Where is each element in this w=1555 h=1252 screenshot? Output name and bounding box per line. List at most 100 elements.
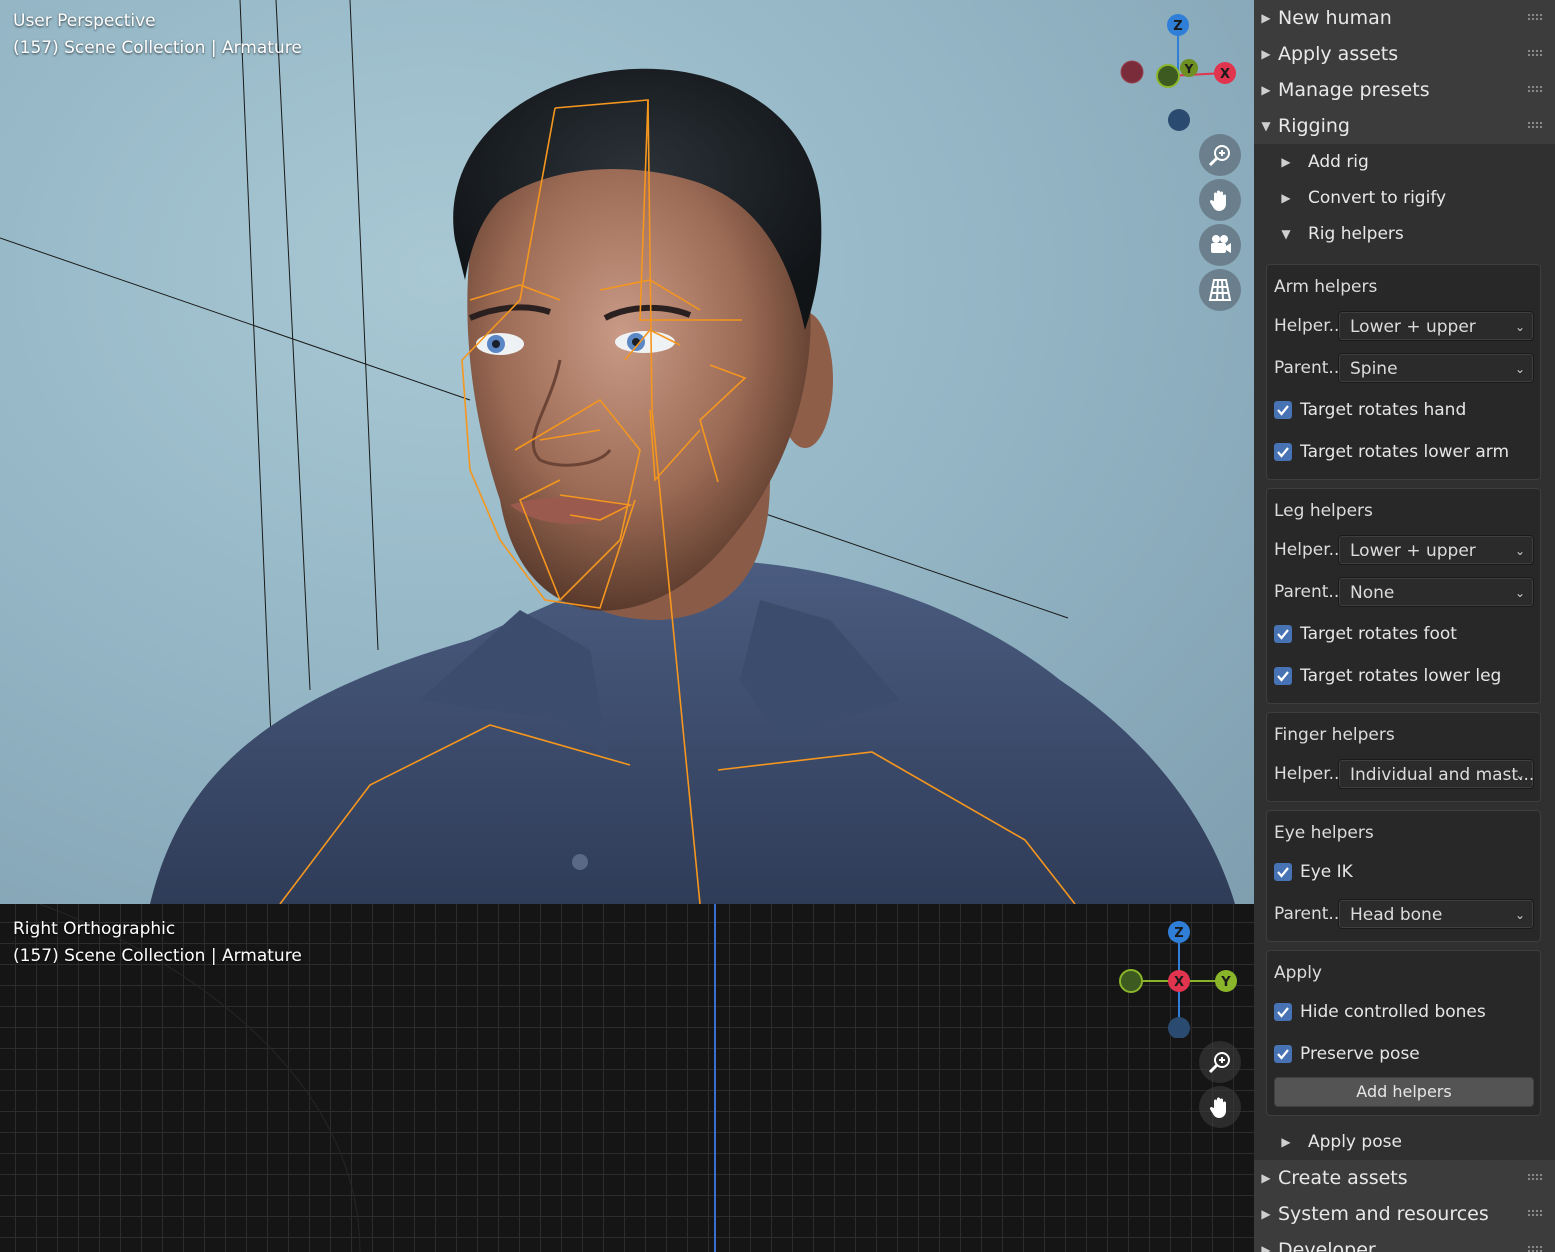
leg-helpers-title: Leg helpers <box>1274 501 1373 521</box>
panel-label: Create assets <box>1278 1167 1408 1189</box>
chevron-right-icon: ▶ <box>1281 1135 1291 1149</box>
subpanel-label: Add rig <box>1308 152 1369 172</box>
drag-grip-icon[interactable] <box>1527 13 1543 21</box>
preserve-pose-checkbox[interactable]: Preserve pose <box>1274 1033 1534 1075</box>
hide-controlled-bones-checkbox[interactable]: Hide controlled bones <box>1274 991 1534 1033</box>
finger-helpers-box: Finger helpers Helper... Individual and … <box>1266 712 1541 802</box>
checkmark-icon[interactable] <box>1274 667 1292 685</box>
parent-label: Parent... <box>1274 582 1338 602</box>
viewport-right-orthographic[interactable]: Right Orthographic (157) Scene Collectio… <box>0 904 1254 1252</box>
arm-parent-dropdown[interactable]: Spine ⌄ <box>1338 353 1534 383</box>
leg-helper-type-dropdown[interactable]: Lower + upper ⌄ <box>1338 535 1534 565</box>
hand-icon[interactable] <box>1199 1086 1241 1128</box>
viewport-collection-label: (157) Scene Collection | Armature <box>13 946 302 966</box>
chevron-right-icon: ▶ <box>1281 191 1291 205</box>
eye-ik-checkbox[interactable]: Eye IK <box>1274 851 1534 893</box>
subpanel-convert-to-rigify[interactable]: ▶ Convert to rigify <box>1254 180 1555 216</box>
eye-parent-dropdown[interactable]: Head bone ⌄ <box>1338 899 1534 929</box>
target-rotates-hand-checkbox[interactable]: Target rotates hand <box>1274 389 1534 431</box>
panel-developer[interactable]: ▶ Developer <box>1254 1232 1555 1252</box>
target-rotates-foot-checkbox[interactable]: Target rotates foot <box>1274 613 1534 655</box>
eye-helpers-box: Eye helpers Eye IK Parent... Head bone ⌄ <box>1266 810 1541 942</box>
panel-manage-presets[interactable]: ▶ Manage presets <box>1254 72 1555 108</box>
checkbox-label: Hide controlled bones <box>1300 1002 1486 1022</box>
subpanel-label: Rig helpers <box>1308 224 1404 244</box>
grid-icon[interactable] <box>1199 269 1241 311</box>
add-helpers-button[interactable]: Add helpers <box>1274 1077 1534 1107</box>
checkbox-label: Preserve pose <box>1300 1044 1420 1064</box>
checkbox-label: Target rotates foot <box>1300 624 1457 644</box>
checkmark-icon[interactable] <box>1274 625 1292 643</box>
drag-grip-icon[interactable] <box>1527 1245 1543 1252</box>
camera-icon[interactable] <box>1199 224 1241 266</box>
helper-type-label: Helper... <box>1274 316 1338 336</box>
checkbox-label: Target rotates lower leg <box>1300 666 1502 686</box>
target-rotates-lower-arm-checkbox[interactable]: Target rotates lower arm <box>1274 431 1534 473</box>
checkmark-icon[interactable] <box>1274 1003 1292 1021</box>
chevron-right-icon: ▶ <box>1261 11 1271 25</box>
chevron-right-icon: ▶ <box>1261 1243 1271 1252</box>
apply-title: Apply <box>1274 963 1322 983</box>
panel-label: Developer <box>1278 1239 1376 1252</box>
viewport-user-perspective[interactable]: User Perspective (157) Scene Collection … <box>0 0 1254 904</box>
zoom-icon[interactable] <box>1199 1041 1241 1083</box>
arm-helper-type-dropdown[interactable]: Lower + upper ⌄ <box>1338 311 1534 341</box>
subpanel-apply-pose[interactable]: ▶ Apply pose <box>1254 1124 1555 1160</box>
chevron-right-icon: ▶ <box>1261 47 1271 61</box>
viewport-mode-label: User Perspective <box>13 11 156 31</box>
scene-render <box>0 0 1235 904</box>
checkmark-icon[interactable] <box>1274 1045 1292 1063</box>
panel-label: Rigging <box>1278 115 1350 137</box>
checkbox-label: Target rotates hand <box>1300 400 1467 420</box>
parent-label: Parent... <box>1274 358 1338 378</box>
zoom-icon[interactable] <box>1199 134 1241 176</box>
drag-grip-icon[interactable] <box>1527 1173 1543 1181</box>
sidebar-panel[interactable]: ▶ New human ▶ Apply assets ▶ Manage pres… <box>1254 0 1555 1252</box>
dropdown-value: Lower + upper <box>1350 317 1476 337</box>
drag-grip-icon[interactable] <box>1527 1209 1543 1217</box>
chevron-down-icon: ⌄ <box>1514 362 1525 376</box>
subpanel-add-rig[interactable]: ▶ Add rig <box>1254 144 1555 180</box>
eye-helpers-title: Eye helpers <box>1274 823 1374 843</box>
panel-system-and-resources[interactable]: ▶ System and resources <box>1254 1196 1555 1232</box>
leg-parent-dropdown[interactable]: None ⌄ <box>1338 577 1534 607</box>
checkmark-icon[interactable] <box>1274 443 1292 461</box>
viewport-collection-label: (157) Scene Collection | Armature <box>13 38 302 58</box>
arm-helpers-title: Arm helpers <box>1274 277 1378 297</box>
subpanel-rig-helpers[interactable]: ▼ Rig helpers <box>1254 216 1555 252</box>
chevron-down-icon: ▼ <box>1261 119 1271 133</box>
gizmo-x-label: X <box>1174 975 1184 990</box>
panel-label: Apply assets <box>1278 43 1399 65</box>
panel-label: System and resources <box>1278 1203 1489 1225</box>
finger-helper-type-dropdown[interactable]: Individual and mast... ⌄ <box>1338 759 1534 789</box>
checkmark-icon[interactable] <box>1274 401 1292 419</box>
chevron-right-icon: ▶ <box>1261 83 1271 97</box>
drag-grip-icon[interactable] <box>1527 85 1543 93</box>
panel-new-human[interactable]: ▶ New human <box>1254 0 1555 36</box>
dropdown-value: None <box>1350 583 1395 603</box>
checkbox-label: Eye IK <box>1300 862 1353 882</box>
panel-apply-assets[interactable]: ▶ Apply assets <box>1254 36 1555 72</box>
navigation-gizmo[interactable]: Y Z X <box>1112 10 1252 140</box>
drag-grip-icon[interactable] <box>1527 121 1543 129</box>
target-rotates-lower-leg-checkbox[interactable]: Target rotates lower leg <box>1274 655 1534 697</box>
checkbox-label: Target rotates lower arm <box>1300 442 1510 462</box>
hand-icon[interactable] <box>1199 179 1241 221</box>
gizmo-y-label: Y <box>1220 975 1231 990</box>
chevron-down-icon: ⌄ <box>1514 768 1525 782</box>
gizmo-z-label: Z <box>1173 19 1182 34</box>
chevron-right-icon: ▶ <box>1261 1171 1271 1185</box>
panel-rigging[interactable]: ▼ Rigging <box>1254 108 1555 144</box>
checkmark-icon[interactable] <box>1274 863 1292 881</box>
subpanel-label: Convert to rigify <box>1308 188 1447 208</box>
panel-create-assets[interactable]: ▶ Create assets <box>1254 1160 1555 1196</box>
chevron-down-icon: ⌄ <box>1514 320 1525 334</box>
drag-grip-icon[interactable] <box>1527 49 1543 57</box>
chevron-down-icon: ⌄ <box>1514 544 1525 558</box>
dropdown-value: Spine <box>1350 359 1398 379</box>
chevron-down-icon: ⌄ <box>1514 908 1525 922</box>
chevron-right-icon: ▶ <box>1281 155 1291 169</box>
navigation-gizmo[interactable]: Z X Y <box>1112 918 1252 1038</box>
finger-helpers-title: Finger helpers <box>1274 725 1395 745</box>
parent-label: Parent... <box>1274 904 1338 924</box>
